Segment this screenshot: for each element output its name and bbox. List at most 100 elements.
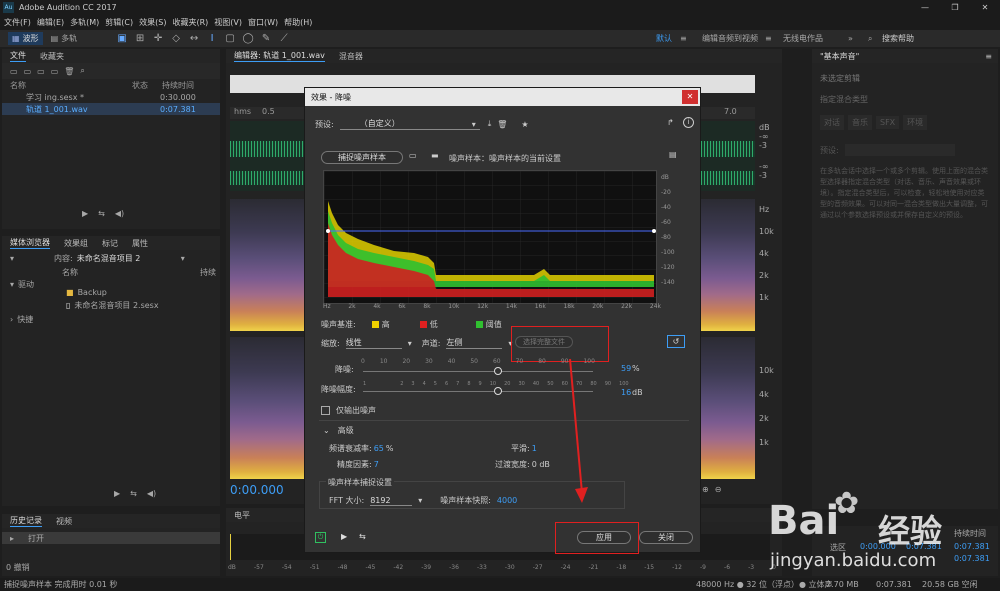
file-row[interactable]: 学习 ing.sesx * 0:30.000: [2, 91, 220, 103]
panel-menu-icon[interactable]: ≡: [985, 52, 992, 61]
noise-graph[interactable]: [323, 170, 657, 304]
tab-history[interactable]: 历史记录: [10, 515, 42, 527]
tab-media-browser[interactable]: 媒体浏览器: [10, 237, 50, 249]
output-noise-only-checkbox[interactable]: [321, 406, 330, 415]
capture-noise-print-button[interactable]: 捕捉噪声样本: [321, 151, 403, 164]
new-file-icon[interactable]: ▭: [37, 67, 45, 76]
menu-multitrack[interactable]: 多轨(M): [70, 17, 99, 28]
brush-icon[interactable]: ✎: [259, 33, 273, 45]
menu-view[interactable]: 视图(V): [214, 17, 242, 28]
reduction-slider[interactable]: [363, 367, 593, 377]
import-icon[interactable]: ▭: [24, 67, 32, 76]
menu-file[interactable]: 文件(F): [4, 17, 31, 28]
reset-graph-icon[interactable]: ↺: [667, 335, 685, 348]
play-icon[interactable]: ▶: [82, 209, 88, 218]
sfx-button[interactable]: SFX: [876, 116, 900, 129]
folder-icon[interactable]: ▭: [409, 151, 417, 160]
delete-preset-icon[interactable]: 🗑: [497, 120, 507, 129]
power-icon[interactable]: ⏻: [315, 532, 326, 543]
preset-select[interactable]: （自定义）: [339, 118, 480, 130]
spectral-display-icon[interactable]: ▣: [115, 33, 129, 45]
tab-editor[interactable]: 编辑器: 轨道 1_001.wav: [234, 50, 325, 62]
autoplay-icon[interactable]: ◀): [115, 209, 124, 218]
chevron-down-icon[interactable]: ▾: [181, 254, 185, 263]
close-icon[interactable]: ✕: [970, 3, 1000, 12]
tree-shortcut[interactable]: › 快捷: [10, 314, 33, 325]
expand-icon[interactable]: »: [848, 34, 853, 43]
chevron-down-icon[interactable]: ▾: [408, 339, 412, 348]
delete-icon[interactable]: 🗑: [64, 67, 74, 76]
spectral-pitch-icon[interactable]: ⊞: [133, 33, 147, 45]
reduce-by-knob[interactable]: [494, 387, 502, 395]
loop-icon[interactable]: ⇆: [130, 489, 137, 498]
reduction-knob[interactable]: [494, 367, 502, 375]
menu-window[interactable]: 窗口(W): [248, 17, 278, 28]
zoom-out-icon[interactable]: ⊖: [715, 485, 722, 494]
advanced-toggle[interactable]: ⌄ 高级: [323, 425, 354, 436]
search-input[interactable]: 搜索帮助: [882, 33, 914, 44]
filter-icon[interactable]: ⌕: [80, 66, 84, 76]
favorite-star-icon[interactable]: ★: [521, 120, 528, 129]
workspace-default[interactable]: 默认: [656, 33, 672, 44]
autoplay-icon[interactable]: ◀): [147, 489, 156, 498]
tab-files[interactable]: 文件: [10, 50, 26, 62]
tab-markers[interactable]: 标记: [102, 238, 118, 249]
tab-effects-rack[interactable]: 效果组: [64, 238, 88, 249]
tab-properties[interactable]: 属性: [132, 238, 148, 249]
bypass-icon[interactable]: ↱: [667, 118, 674, 127]
preview-play-icon[interactable]: ▶: [341, 532, 347, 541]
tab-video[interactable]: 视频: [56, 516, 72, 527]
fft-select[interactable]: 8192: [370, 496, 413, 506]
tree-drive[interactable]: ▾ 驱动: [2, 278, 220, 290]
time-selection-icon[interactable]: I: [205, 33, 219, 45]
media-item[interactable]: ▯ 未命名混音项目 2.sesx: [66, 300, 159, 311]
workspace-menu-icon-2[interactable]: ≡: [765, 34, 772, 43]
open-noise-print-icon[interactable]: ▬: [431, 151, 439, 160]
workspace-edit-video[interactable]: 编辑音频到视频: [702, 33, 758, 44]
menu-favorites[interactable]: 收藏夹(R): [172, 17, 208, 28]
content-select[interactable]: 未命名混音项目 2: [77, 253, 177, 264]
reduce-by-value[interactable]: 16: [621, 388, 631, 397]
media-item[interactable]: ■ Backup: [66, 288, 107, 297]
reduce-by-slider[interactable]: [363, 387, 593, 397]
waveform-button[interactable]: ▦ 波形: [8, 32, 43, 45]
workspace-radio[interactable]: 无线电作品: [783, 33, 823, 44]
history-item[interactable]: ▸ 打开: [2, 532, 220, 544]
tab-favorites[interactable]: 收藏夹: [40, 51, 64, 62]
zoom-in-icon[interactable]: ⊕: [702, 485, 709, 494]
dialog-close-icon[interactable]: ✕: [682, 90, 698, 104]
transition-value[interactable]: 0 dB: [532, 460, 550, 469]
move-tool-icon[interactable]: ✛: [151, 33, 165, 45]
slip-tool-icon[interactable]: ↔: [187, 33, 201, 45]
reduction-value[interactable]: 59: [621, 364, 631, 373]
precision-value[interactable]: 7: [374, 460, 379, 469]
loop-icon[interactable]: ⇆: [98, 209, 105, 218]
chevron-down-icon[interactable]: ▾: [418, 496, 422, 505]
media-dropdown-icon[interactable]: ▾: [10, 254, 14, 263]
file-row-selected[interactable]: 轨道 1_001.wav 0:07.381: [2, 103, 220, 115]
music-button[interactable]: 音乐: [848, 115, 872, 130]
smoothing-value[interactable]: 1: [532, 444, 537, 453]
ambience-button[interactable]: 环境: [903, 115, 928, 130]
save-preset-icon[interactable]: ⤓: [488, 119, 492, 129]
insert-icon[interactable]: ▭: [51, 67, 59, 76]
multitrack-button[interactable]: ▤ 多轨: [47, 32, 82, 45]
spot-healing-icon[interactable]: ⟋: [277, 33, 291, 45]
razor-tool-icon[interactable]: ◇: [169, 33, 183, 45]
menu-edit[interactable]: 编辑(E): [37, 17, 64, 28]
minimize-icon[interactable]: —: [910, 3, 940, 12]
search-icon[interactable]: ⌕: [868, 34, 872, 44]
workspace-menu-icon[interactable]: ≡: [680, 34, 687, 43]
snapshots-value[interactable]: 4000: [497, 496, 517, 505]
info-icon[interactable]: i: [683, 117, 694, 128]
channel-select[interactable]: 左侧: [446, 337, 503, 349]
menu-help[interactable]: 帮助(H): [284, 17, 312, 28]
close-button[interactable]: 关闭: [639, 531, 693, 544]
preset-select[interactable]: [844, 144, 955, 156]
play-icon[interactable]: ▶: [114, 489, 120, 498]
chevron-down-icon[interactable]: ▾: [472, 120, 476, 129]
marquee-icon[interactable]: ▢: [223, 33, 237, 45]
tab-mixer[interactable]: 混音器: [339, 51, 363, 62]
loop-icon[interactable]: ⇆: [359, 532, 366, 541]
dialogue-button[interactable]: 对话: [820, 115, 844, 130]
